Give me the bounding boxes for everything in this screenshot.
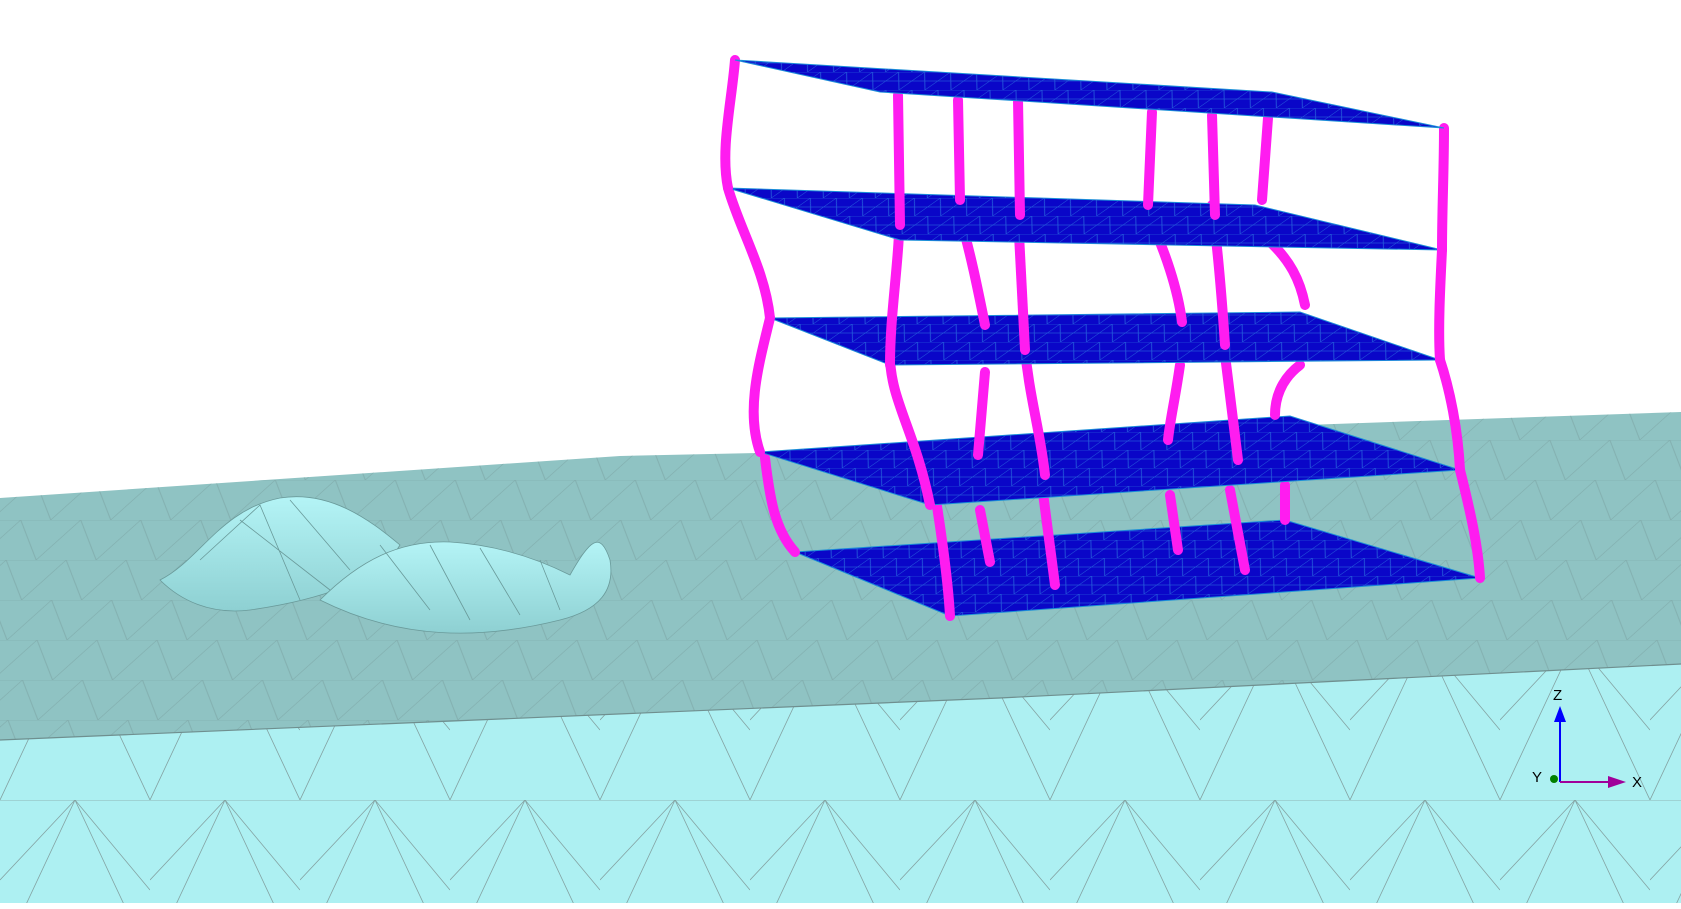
x-axis-label: X bbox=[1632, 774, 1642, 791]
column-2-level-1[interactable] bbox=[893, 90, 905, 230]
y-axis-label: Y bbox=[1532, 769, 1542, 786]
soil-block bbox=[0, 412, 1681, 903]
model-viewport[interactable]: Z X Y bbox=[0, 0, 1681, 909]
y-axis-dot bbox=[1550, 775, 1558, 783]
column-6-level-1[interactable] bbox=[1207, 110, 1220, 220]
column-5-level-1[interactable] bbox=[1143, 107, 1157, 210]
z-axis-label: Z bbox=[1553, 687, 1562, 704]
column-7-level-1[interactable] bbox=[1257, 113, 1273, 205]
column-3-level-3[interactable] bbox=[973, 367, 990, 460]
column-8-level-2[interactable] bbox=[1434, 245, 1447, 365]
column-3-level-1[interactable] bbox=[953, 95, 965, 205]
column-8-level-1[interactable] bbox=[1437, 123, 1449, 255]
column-4-level-1[interactable] bbox=[1013, 95, 1025, 220]
